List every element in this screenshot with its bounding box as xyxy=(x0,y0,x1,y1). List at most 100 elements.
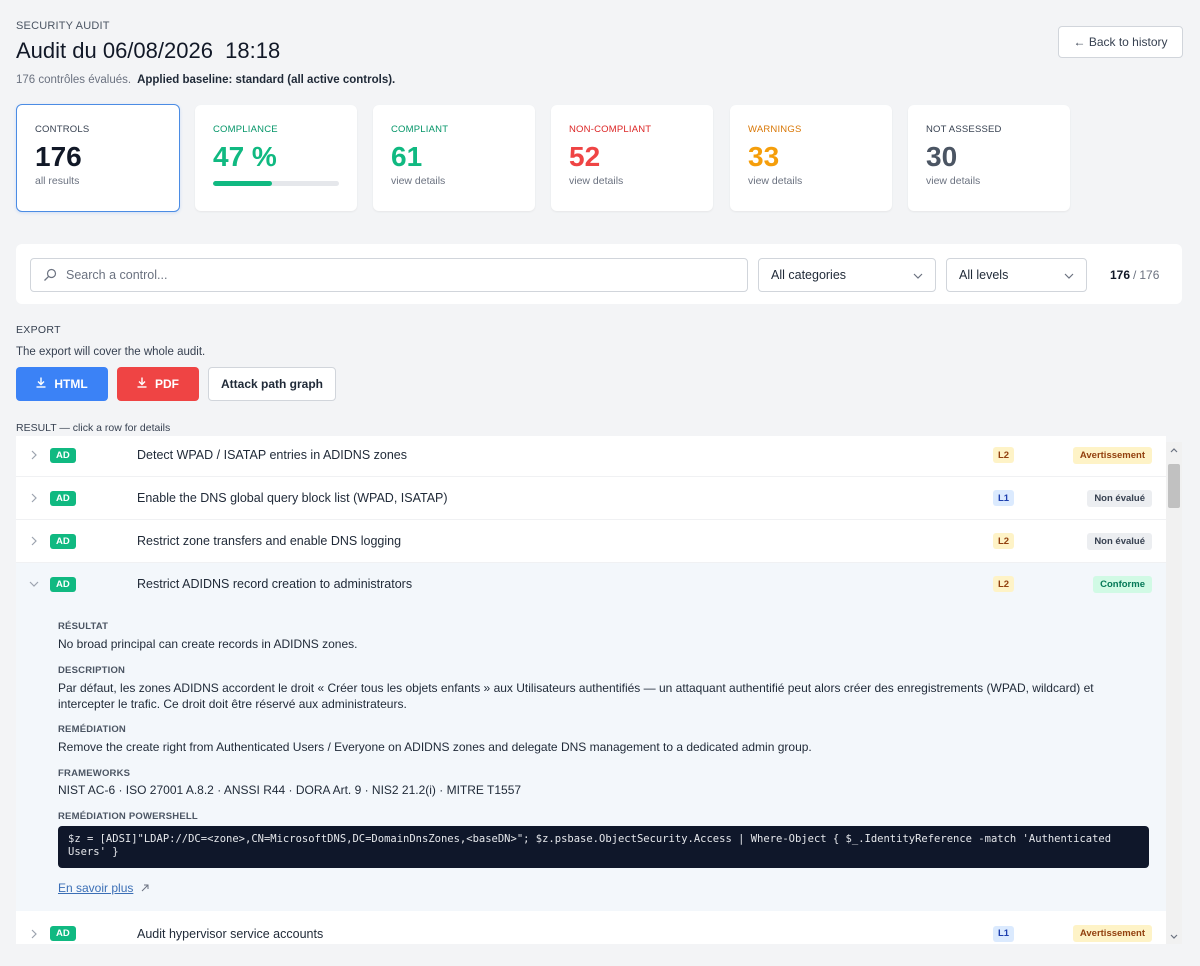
export-html-button[interactable]: HTML xyxy=(16,367,108,401)
kpi-label: NON-COMPLIANT xyxy=(569,124,652,135)
category-tag: AD xyxy=(50,490,76,506)
kpi-value: 33 xyxy=(748,141,780,172)
status-badge: Conforme xyxy=(1093,575,1152,593)
export-pdf-button[interactable]: PDF xyxy=(117,367,199,401)
export-note: The export will cover the whole audit. xyxy=(16,346,206,358)
kpi-sub[interactable]: view details xyxy=(926,175,1052,187)
search-icon xyxy=(43,268,57,282)
search-placeholder: Search a control... xyxy=(66,268,168,282)
search-input[interactable]: Search a control... xyxy=(30,258,748,292)
detail-frameworks-heading: FRAMEWORKS xyxy=(58,768,131,779)
detail-frameworks-text: NIST AC-6 · ISO 27001 A.8.2 · ANSSI R44 … xyxy=(58,783,522,797)
eyebrow: SECURITY AUDIT xyxy=(16,20,110,32)
category-tag: AD xyxy=(50,926,76,941)
detail-result-text: No broad principal can create records in… xyxy=(58,637,358,651)
external-link-icon xyxy=(141,884,149,892)
table-row[interactable]: AD Restrict zone transfers and enable DN… xyxy=(16,520,1166,563)
download-icon xyxy=(36,377,46,391)
status-badge: Non évalué xyxy=(1087,489,1152,507)
kpi-value: 52 xyxy=(569,141,601,172)
kpi-value: 30 xyxy=(926,141,958,172)
result-list: AD Detect WPAD / ISATAP entries in ADIDN… xyxy=(16,436,1166,944)
table-row[interactable]: AD Detect WPAD / ISATAP entries in ADIDN… xyxy=(16,436,1166,477)
back-to-history-button[interactable]: ← Back to history xyxy=(1058,26,1183,58)
control-title: Audit hypervisor service accounts xyxy=(137,926,324,941)
result-label: RESULT — click a row for details xyxy=(16,422,171,434)
table-row[interactable]: AD Audit hypervisor service accounts L1 … xyxy=(16,912,1166,944)
kpi-sub[interactable]: view details xyxy=(569,175,695,187)
status-badge: Avertissement xyxy=(1072,446,1152,464)
download-icon xyxy=(137,377,147,391)
control-title: Restrict zone transfers and enable DNS l… xyxy=(137,534,402,548)
level-badge: L2 xyxy=(993,447,1014,463)
page-title: Audit du 06/08/2026 18:18 xyxy=(16,38,281,63)
scroll-up-icon[interactable] xyxy=(1166,442,1182,458)
shown-count: 176 xyxy=(1110,268,1131,282)
detail-remediation-heading: REMÉDIATION xyxy=(58,724,126,735)
learn-more-link[interactable]: En savoir plus xyxy=(58,881,149,895)
audit-summary: 176 contrôles évalués. Applied baseline: … xyxy=(16,74,395,86)
total-count: 176 xyxy=(1139,268,1160,282)
scroll-down-icon[interactable] xyxy=(1166,928,1182,944)
learn-more-label: En savoir plus xyxy=(58,881,134,895)
kpi-label: CONTROLS xyxy=(35,124,90,135)
filter-panel: Search a control... All categories All l… xyxy=(16,244,1182,304)
result-count: 176/176 xyxy=(1110,268,1160,282)
level-badge: L1 xyxy=(993,490,1014,506)
kpi-not-assessed[interactable]: NOT ASSESSED 30 view details xyxy=(908,105,1070,211)
level-badge: L2 xyxy=(993,576,1014,592)
category-tag: AD xyxy=(50,447,76,463)
control-title: Enable the DNS global query block list (… xyxy=(137,491,448,505)
kpi-label: WARNINGS xyxy=(748,124,802,135)
powershell-code-block[interactable]: $z = [ADSI]"LDAP://DC=<zone>,CN=Microsof… xyxy=(58,826,1149,868)
category-select-value: All categories xyxy=(771,268,847,282)
kpi-compliance[interactable]: COMPLIANCE 47 % xyxy=(195,105,357,211)
category-tag: AD xyxy=(50,576,76,592)
kpi-label: COMPLIANCE xyxy=(213,124,278,135)
kpi-warnings[interactable]: WARNINGS 33 view details xyxy=(730,105,892,211)
level-badge: L1 xyxy=(993,925,1014,942)
chevron-right-icon xyxy=(28,449,40,461)
level-select[interactable]: All levels xyxy=(946,258,1087,292)
category-tag: AD xyxy=(50,533,76,549)
chevron-down-icon xyxy=(28,578,40,590)
kpi-value: 61 xyxy=(391,141,423,172)
table-row[interactable]: AD Enable the DNS global query block lis… xyxy=(16,477,1166,520)
export-pdf-label: PDF xyxy=(155,377,179,391)
evaluated-count: 176 contrôles évalués. xyxy=(16,74,132,86)
export-html-label: HTML xyxy=(54,377,88,391)
detail-remediation-text: Remove the create right from Authenticat… xyxy=(58,740,812,754)
list-scrollbar[interactable] xyxy=(1166,442,1182,944)
chevron-right-icon xyxy=(28,492,40,504)
compliance-progress-bar xyxy=(213,181,339,186)
kpi-sub[interactable]: view details xyxy=(748,175,874,187)
control-title: Restrict ADIDNS record creation to admin… xyxy=(137,577,413,591)
status-badge: Non évalué xyxy=(1087,532,1152,550)
chevron-right-icon xyxy=(28,535,40,547)
control-title: Detect WPAD / ISATAP entries in ADIDNS z… xyxy=(137,448,408,462)
compliance-progress-fill xyxy=(213,181,273,186)
kpi-label: COMPLIANT xyxy=(391,124,449,135)
kpi-value: 176 xyxy=(35,141,82,172)
baseline-text: Applied baseline: standard (all active c… xyxy=(137,74,396,86)
kpi-sub[interactable]: view details xyxy=(391,175,517,187)
category-select[interactable]: All categories xyxy=(758,258,936,292)
kpi-non-compliant[interactable]: NON-COMPLIANT 52 view details xyxy=(551,105,713,211)
kpi-label: NOT ASSESSED xyxy=(926,124,1002,135)
table-row-expanded[interactable]: AD Restrict ADIDNS record creation to ad… xyxy=(16,563,1166,606)
level-badge: L2 xyxy=(993,533,1014,549)
detail-description-text: Par défaut, les zones ADIDNS accordent l… xyxy=(58,681,1094,711)
row-detail-panel: RÉSULTAT No broad principal can create r… xyxy=(16,604,1166,911)
kpi-value: 47 % xyxy=(213,141,277,172)
scrollbar-thumb[interactable] xyxy=(1168,464,1180,508)
chevron-down-icon xyxy=(913,268,923,282)
chevron-down-icon xyxy=(1064,268,1074,282)
kpi-compliant[interactable]: COMPLIANT 61 view details xyxy=(373,105,535,211)
chevron-right-icon xyxy=(28,928,40,940)
status-badge: Avertissement xyxy=(1072,925,1152,942)
detail-description-heading: DESCRIPTION xyxy=(58,665,126,676)
kpi-controls[interactable]: CONTROLS 176 all results xyxy=(16,104,180,212)
attack-path-graph-button[interactable]: Attack path graph xyxy=(208,367,336,401)
detail-powershell-heading: REMÉDIATION POWERSHELL xyxy=(58,811,198,822)
detail-result-heading: RÉSULTAT xyxy=(58,621,109,632)
